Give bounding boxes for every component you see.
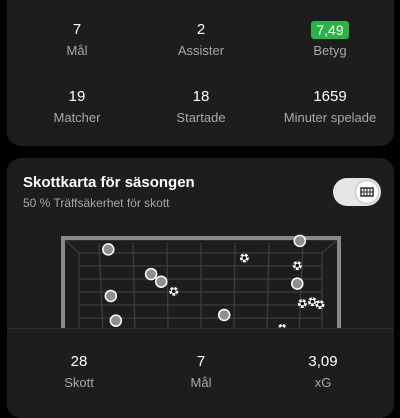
stat-minutes-label: Minuter spelade (283, 110, 377, 125)
shot-marker-saved (291, 277, 304, 290)
stat-assists-label: Assister (177, 43, 225, 58)
shot-marker-goal (315, 300, 325, 309)
shot-marker-goal (292, 261, 302, 271)
stat-started: 18 Startade (136, 88, 266, 126)
summary-xg: 3,09 xG (258, 353, 388, 391)
stat-matches-value: 19 (68, 88, 86, 105)
shotmap-summary: 28 Skott 7 Mål 3,09 xG (7, 328, 394, 418)
shot-marker-goal (169, 286, 179, 296)
stat-rating-label: Betyg (313, 43, 347, 58)
shot-marker-saved (144, 267, 158, 281)
stat-minutes-value: 1659 (313, 88, 347, 105)
stat-goals-value: 7 (72, 21, 82, 38)
stat-rating: 7,49 Betyg (265, 21, 395, 59)
player-stats-card: 7 Mål 2 Assister 7,49 Betyg 19 Matcher 1… (7, 0, 394, 146)
summary-shots-value: 28 (70, 353, 88, 370)
shot-marker-saved (104, 289, 118, 303)
stat-goals: 7 Mål (12, 21, 142, 59)
shotmap-card: Skottkarta för säsongen 50 % Träffsäkerh… (7, 158, 394, 418)
shot-marker-saved (293, 234, 307, 248)
stat-assists: 2 Assister (136, 21, 266, 59)
stat-matches: 19 Matcher (12, 88, 142, 126)
summary-goals: 7 Mål (136, 353, 266, 391)
shot-marker-saved (102, 243, 115, 256)
summary-shots: 28 Skott (14, 353, 144, 391)
shot-marker-saved (154, 275, 168, 288)
summary-shots-label: Skott (64, 375, 94, 390)
shot-marker-saved (217, 308, 231, 322)
stat-started-value: 18 (192, 88, 210, 105)
summary-xg-value: 3,09 (308, 353, 338, 370)
shot-marker-goal (239, 253, 249, 263)
rating-badge: 7,49 (311, 21, 349, 39)
summary-goals-label: Mål (190, 375, 212, 390)
shot-marker-goal (297, 299, 307, 309)
stat-started-label: Startade (176, 110, 226, 125)
summary-xg-label: xG (314, 375, 332, 390)
stat-minutes: 1659 Minuter spelade (265, 88, 395, 126)
stat-matches-label: Matcher (53, 110, 101, 125)
stat-assists-value: 2 (196, 21, 206, 38)
shot-marker-saved (109, 314, 123, 327)
summary-goals-value: 7 (196, 353, 206, 370)
stat-goals-label: Mål (66, 43, 88, 58)
